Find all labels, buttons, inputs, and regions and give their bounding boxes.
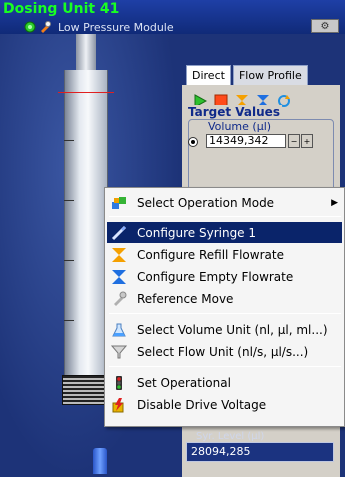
context-menu: Select Operation Mode ▶ Configure Syring… [104,187,345,427]
barrel-tick [64,200,74,201]
menu-item-configure-empty-flowrate[interactable]: Configure Empty Flowrate [107,266,342,287]
barrel-tick [64,320,74,321]
volume-unit-icon [111,322,127,338]
syringe-icon [111,225,127,241]
volume-spin-up[interactable]: + [301,134,313,148]
menu-item-select-volume-unit[interactable]: Select Volume Unit (nl, µl, ml...) [107,319,342,340]
volume-input[interactable]: 14349,342 [206,134,286,148]
menu-separator [109,366,341,367]
syringe-level-label: Syr. Level (µl) [196,431,265,442]
module-label: Low Pressure Module [58,20,174,34]
barrel-tick [64,260,74,261]
menu-separator [109,216,341,217]
tab-bar: Direct Flow Profile [186,65,308,85]
plus-icon: + [303,136,311,146]
window-title: Dosing Unit 41 [3,1,120,17]
gear-icon: ⚙ [320,20,330,32]
menu-item-set-operational[interactable]: Set Operational [107,372,342,393]
minus-icon: − [290,136,298,146]
module-header: Low Pressure Module [24,20,174,34]
flow-unit-icon [111,344,127,360]
menu-item-disable-drive-voltage[interactable]: Disable Drive Voltage [107,394,342,415]
menu-item-configure-refill-flowrate[interactable]: Configure Refill Flowrate [107,244,342,265]
target-values-title: Target Values [186,105,282,119]
menu-item-select-operation-mode[interactable]: Select Operation Mode ▶ [107,192,342,213]
syringe-nozzle [93,448,107,474]
tab-flow-profile[interactable]: Flow Profile [232,65,308,85]
syringe-plunger [62,375,110,405]
empty-flowrate-icon [111,269,127,285]
module-tools-icon [39,21,51,33]
set-operational-icon [111,375,127,391]
syringe-level-line [58,92,114,93]
menu-item-select-flow-unit[interactable]: Select Flow Unit (nl/s, µl/s...) [107,341,342,362]
status-green-icon [24,21,36,33]
tab-direct[interactable]: Direct [186,65,231,85]
refill-flowrate-icon [111,247,127,263]
submenu-arrow-icon: ▶ [331,197,338,208]
menu-item-configure-syringe[interactable]: Configure Syringe 1 [107,222,342,243]
menu-item-reference-move[interactable]: Reference Move [107,288,342,309]
module-settings-button[interactable]: ⚙ [311,19,339,33]
menu-separator [109,313,341,314]
title-bar: Dosing Unit 41 Low Pressure Module ⚙ [0,0,345,34]
volume-spin-down[interactable]: − [288,134,300,148]
volume-label: Volume (µl) [208,120,272,133]
operation-mode-icon [111,195,127,211]
volume-radio[interactable] [188,137,198,147]
syringe-level-value: 28094,285 [186,442,334,462]
disable-drive-voltage-icon [111,397,127,413]
reference-move-icon [111,291,127,307]
syringe-barrel [64,70,108,390]
barrel-tick [64,140,74,141]
